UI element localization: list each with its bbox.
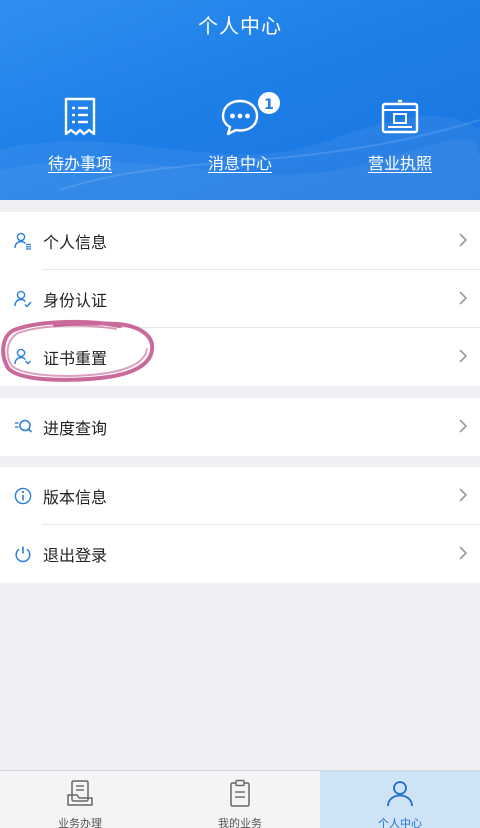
chevron-right-icon xyxy=(459,488,468,502)
profile-header: 个人中心 待办事项 1 消息中心 营业执照 xyxy=(0,0,480,200)
chevron-right-icon xyxy=(459,349,468,363)
menu-item-progress-query[interactable]: 进度查询 xyxy=(0,398,480,456)
menu-item-label: 进度查询 xyxy=(43,419,108,438)
bottom-tab-bar: 业务办理 我的业务 个人中心 xyxy=(0,770,480,828)
business-handle-icon xyxy=(65,780,95,811)
shortcut-messages-label: 消息中心 xyxy=(207,154,272,173)
person-info-icon xyxy=(14,232,32,250)
person-cert-icon xyxy=(14,348,32,366)
menu-item-logout[interactable]: 退出登录 xyxy=(0,525,480,583)
shortcut-license-label: 营业执照 xyxy=(367,154,432,173)
shortcut-todo-label: 待办事项 xyxy=(47,154,112,173)
person-verify-icon xyxy=(14,290,32,308)
menu-item-personal-info[interactable]: 个人信息 xyxy=(0,212,480,270)
todo-list-icon xyxy=(10,96,150,140)
tab-label: 业务办理 xyxy=(58,817,102,828)
tab-business-handle[interactable]: 业务办理 xyxy=(0,771,160,828)
power-icon xyxy=(14,545,32,563)
tab-personal-center[interactable]: 个人中心 xyxy=(320,771,480,828)
menu-item-label: 退出登录 xyxy=(43,546,108,565)
menu-item-identity-verify[interactable]: 身份认证 xyxy=(0,270,480,328)
menu-group-account: 个人信息 身份认证 证书重置 xyxy=(0,212,480,386)
tab-my-business[interactable]: 我的业务 xyxy=(160,771,320,828)
chevron-right-icon xyxy=(459,419,468,433)
menu-item-version-info[interactable]: 版本信息 xyxy=(0,467,480,525)
chevron-right-icon xyxy=(459,233,468,247)
progress-search-icon xyxy=(14,418,32,436)
shortcut-todo[interactable]: 待办事项 xyxy=(10,96,150,174)
menu-item-label: 版本信息 xyxy=(43,488,108,507)
message-bubble-icon: 1 xyxy=(170,90,310,140)
message-count-badge: 1 xyxy=(256,90,282,116)
menu-group-system: 版本信息 退出登录 xyxy=(0,467,480,583)
shortcut-license[interactable]: 营业执照 xyxy=(330,96,470,174)
info-icon xyxy=(14,487,32,505)
business-license-icon xyxy=(330,96,470,140)
chevron-right-icon xyxy=(459,291,468,305)
menu-item-label: 证书重置 xyxy=(43,349,108,368)
menu-item-label: 个人信息 xyxy=(43,233,108,252)
menu-item-label: 身份认证 xyxy=(43,291,108,310)
menu-item-cert-reset[interactable]: 证书重置 xyxy=(0,328,480,386)
chevron-right-icon xyxy=(459,546,468,560)
tab-label: 个人中心 xyxy=(378,817,422,828)
user-icon xyxy=(385,781,415,811)
shortcut-messages[interactable]: 1 消息中心 xyxy=(170,90,310,174)
menu-group-progress: 进度查询 xyxy=(0,398,480,456)
clipboard-icon xyxy=(225,779,255,811)
page-title: 个人中心 xyxy=(198,14,282,38)
tab-label: 我的业务 xyxy=(218,817,262,828)
